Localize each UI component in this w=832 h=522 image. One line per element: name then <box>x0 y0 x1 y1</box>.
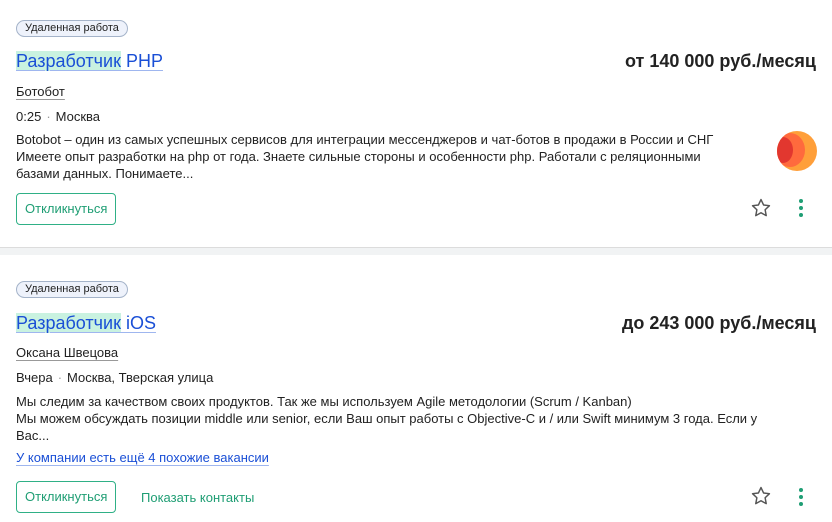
respond-button[interactable]: Откликнуться <box>16 193 117 225</box>
description-line: Имеете опыт разработки на php от года. З… <box>16 149 701 164</box>
title-rest: PHP <box>120 51 163 71</box>
kebab-menu-icon[interactable] <box>793 486 809 508</box>
description-line: Мы можем обсуждать позиции middle или se… <box>16 411 758 426</box>
vacancy-title-link[interactable]: Разработчик PHP <box>16 50 163 72</box>
kebab-menu-icon[interactable] <box>793 197 809 219</box>
vacancy-meta: Вчера · Москва, Тверская улица <box>16 370 213 386</box>
title-highlight: Разработчик <box>16 313 121 333</box>
description-line: Botobot – один из самых успешных сервисо… <box>16 132 714 147</box>
company-link[interactable]: Ботобот <box>16 84 65 100</box>
salary: от 140 000 руб./месяц <box>625 51 816 71</box>
similar-vacancies-link[interactable]: У компании есть ещё 4 похожие вакансии <box>16 450 269 466</box>
card-divider <box>0 247 832 255</box>
description-line: базами данных. Понимаете... <box>16 166 194 181</box>
respond-button[interactable]: Откликнуться <box>16 481 117 513</box>
vacancy-description: Botobot – один из самых успешных сервисо… <box>16 131 776 182</box>
publish-time: Вчера <box>16 370 53 385</box>
vacancy-meta: 0:25 · Москва <box>16 109 100 125</box>
remote-badge: Удаленная работа <box>16 281 128 298</box>
remote-badge: Удаленная работа <box>16 20 128 37</box>
title-rest: iOS <box>120 313 156 333</box>
location: Москва <box>55 109 101 124</box>
company-link[interactable]: Оксана Швецова <box>16 345 118 361</box>
vacancy-description: Мы следим за качеством своих продуктов. … <box>16 393 776 444</box>
vacancy-title-link[interactable]: Разработчик iOS <box>16 312 156 334</box>
company-logo[interactable] <box>777 131 817 171</box>
separator-dot: · <box>57 370 63 385</box>
description-line: Вас... <box>16 428 50 443</box>
location: Москва, Тверская улица <box>67 370 214 385</box>
publish-time: 0:25 <box>16 109 42 124</box>
title-highlight: Разработчик <box>16 51 121 71</box>
star-icon[interactable] <box>750 197 772 219</box>
description-line: Мы следим за качеством своих продуктов. … <box>16 394 632 409</box>
separator-dot: · <box>46 109 51 124</box>
show-contacts-button[interactable]: Показать контакты <box>141 490 254 506</box>
vacancy-card: Удаленная работа Разработчик PHP от 140 … <box>0 0 832 247</box>
vacancy-card: Удаленная работа Разработчик iOS до 243 … <box>0 256 832 522</box>
salary: до 243 000 руб./месяц <box>621 313 816 333</box>
star-icon[interactable] <box>750 485 772 507</box>
